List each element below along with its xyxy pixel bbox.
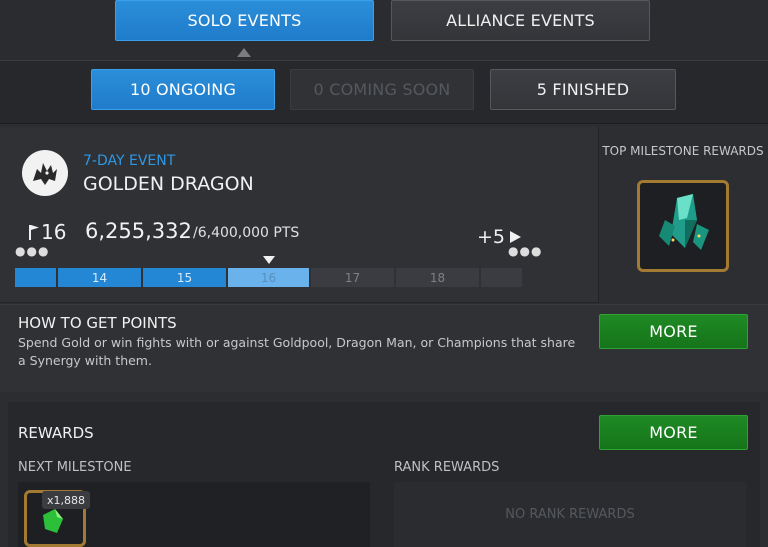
progress-segment: 17 [311,268,394,287]
filter-ongoing-button[interactable]: 10 ONGOING [91,69,275,110]
progress-segment: 15 [143,268,226,287]
progress-segment: 14 [58,268,141,287]
rewards-more-button[interactable]: MORE [599,415,748,450]
crystal-icon[interactable] [637,180,729,272]
progress-segment-current: 16 [228,268,309,287]
active-tab-caret-icon [237,48,251,57]
event-type-label: 7-DAY EVENT [83,153,176,169]
how-to-get-points-description: Spend Gold or win fights with or against… [18,335,576,368]
no-rank-rewards-text: NO RANK REWARDS [505,507,635,522]
filter-coming-soon-button[interactable]: 0 COMING SOON [290,69,474,110]
rewards-title: REWARDS [18,424,94,442]
remaining-milestones: +5 [477,226,506,248]
wolf-emblem-icon [22,150,68,196]
rank-rewards-box: NO RANK REWARDS [394,482,746,547]
event-title: GOLDEN DRAGON [83,173,254,195]
howto-more-button[interactable]: MORE [599,314,748,349]
event-points: 6,255,332 [85,219,192,243]
dots-left-icon: ●●● [15,244,50,258]
flag-icon [28,224,40,244]
progress-marker-icon [263,256,275,264]
current-milestone-number: 16 [41,220,67,244]
event-points-max: /6,400,000 PTS [193,225,300,241]
play-icon [510,231,521,243]
filter-finished-button[interactable]: 5 FINISHED [490,69,676,110]
dots-right-icon: ●●● [508,244,543,258]
tab-solo-events[interactable]: SOLO EVENTS [115,0,374,41]
how-to-get-points-title: HOW TO GET POINTS [18,314,177,332]
item-count-badge: x1,888 [42,491,91,509]
milestone-progress-bar: 14 15 16 17 18 [15,268,528,287]
progress-segment [481,268,522,287]
next-milestone-label: NEXT MILESTONE [18,460,132,475]
progress-segment: 18 [396,268,479,287]
top-milestone-rewards-title: TOP MILESTONE REWARDS [602,144,764,158]
progress-segment [15,268,56,287]
tab-alliance-events[interactable]: ALLIANCE EVENTS [391,0,650,41]
rank-rewards-label: RANK REWARDS [394,460,500,475]
